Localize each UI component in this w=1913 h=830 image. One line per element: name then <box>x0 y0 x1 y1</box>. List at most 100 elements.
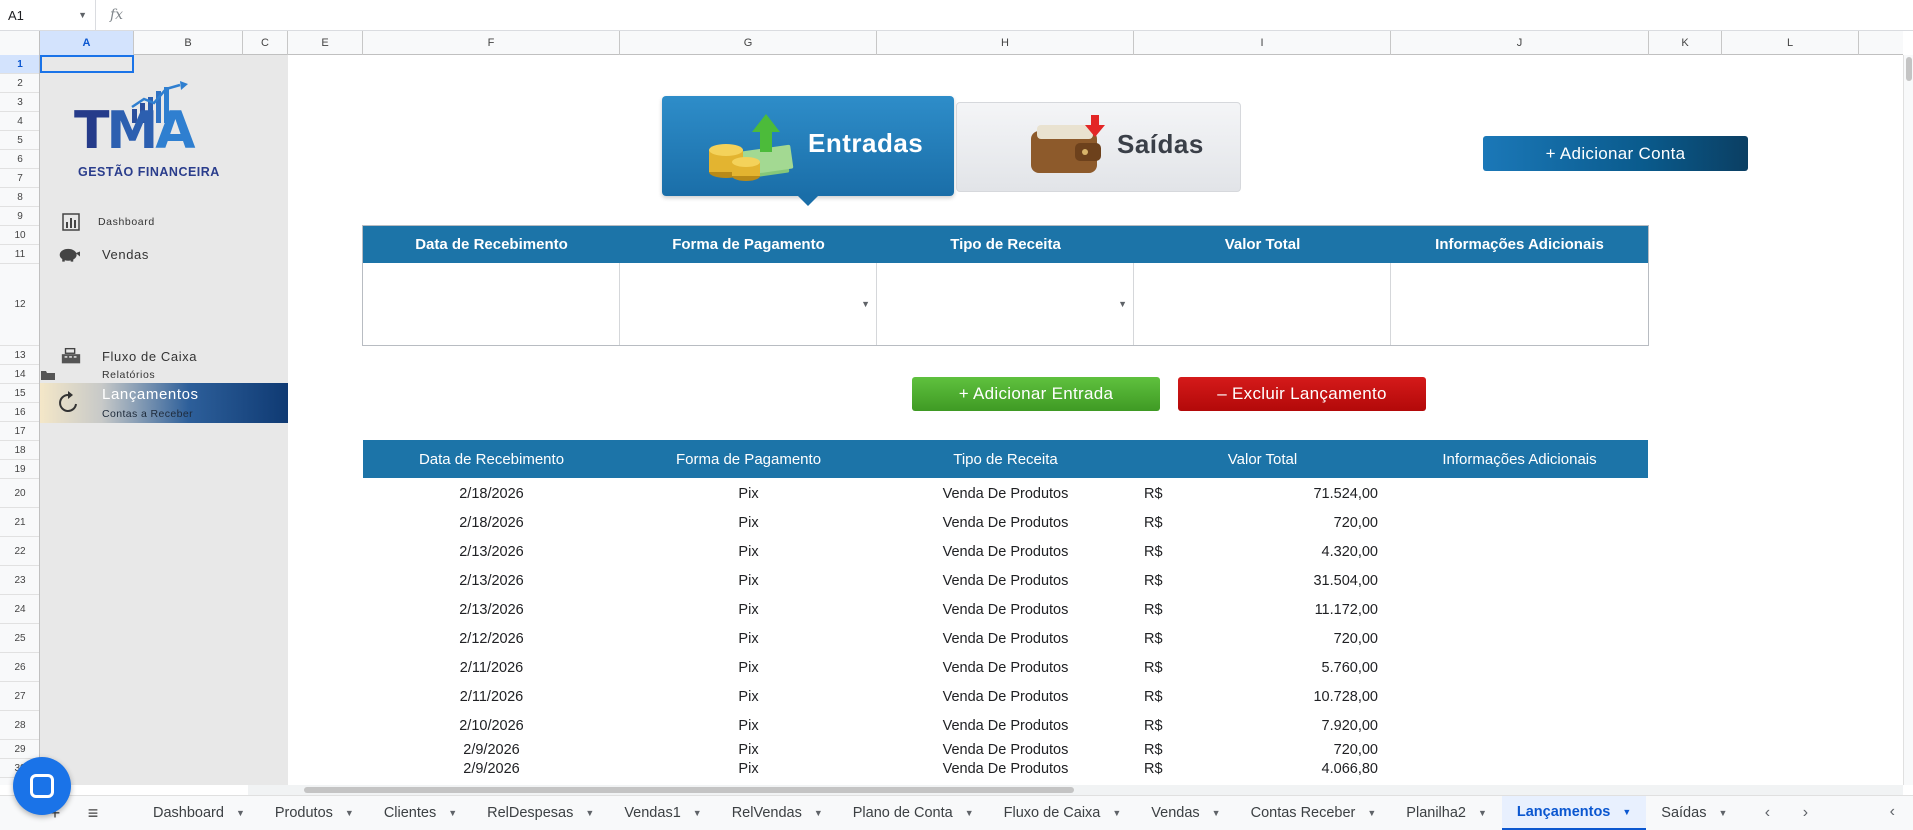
sheet-tab-vendas1[interactable]: Vendas1 ▼ <box>609 796 716 830</box>
selected-cell[interactable] <box>40 55 134 73</box>
row-date: 2/10/2026 <box>459 717 524 734</box>
chevron-right-icon[interactable]: › <box>1786 804 1824 822</box>
row-header[interactable]: 26 <box>0 653 39 682</box>
date-input[interactable] <box>363 263 620 345</box>
sheet-tab-label: Contas Receber <box>1250 805 1356 821</box>
collapse-panel-icon[interactable]: ‹ <box>1890 803 1895 821</box>
row-currency: R$ <box>1144 760 1163 777</box>
table-row[interactable]: 2/9/2026 Pix Venda De Produtos R$ 720,00 <box>363 740 1648 759</box>
column-header-a[interactable]: A <box>40 31 134 55</box>
scroll-thumb[interactable] <box>1906 57 1912 81</box>
sidebar-item-fluxo-caixa[interactable]: Fluxo de Caixa <box>40 345 288 367</box>
sheet-tab-lancamentos[interactable]: Lançamentos ▼ <box>1501 795 1647 830</box>
table-row[interactable]: 2/11/2026 Pix Venda De Produtos R$ 10.72… <box>363 682 1648 711</box>
table-row[interactable]: 2/13/2026 Pix Venda De Produtos R$ 31.50… <box>363 566 1648 595</box>
sidebar-item-relatorios[interactable]: Relatórios <box>40 367 288 383</box>
row-header[interactable]: 1 <box>0 55 39 74</box>
table-row[interactable]: 2/13/2026 Pix Venda De Produtos R$ 11.17… <box>363 595 1648 624</box>
row-header[interactable]: 16 <box>0 403 39 422</box>
horizontal-scrollbar[interactable] <box>248 785 1903 795</box>
all-sheets-menu-icon[interactable]: ≡ <box>74 803 112 824</box>
sheet-tab-contas-receber[interactable]: Contas Receber ▼ <box>1236 796 1392 830</box>
row-header[interactable]: 12 <box>0 264 39 346</box>
delete-entry-button[interactable]: – Excluir Lançamento <box>1178 377 1426 411</box>
column-header-i[interactable]: I <box>1134 31 1391 55</box>
column-header-b[interactable]: B <box>134 31 243 55</box>
column-header-l[interactable]: L <box>1722 31 1859 55</box>
row-header[interactable]: 19 <box>0 460 39 479</box>
row-header[interactable]: 25 <box>0 624 39 653</box>
chevron-left-icon[interactable]: ‹ <box>1748 804 1786 822</box>
vertical-scrollbar[interactable] <box>1903 55 1913 785</box>
additional-info-input[interactable] <box>1391 263 1648 345</box>
table-row[interactable]: 2/18/2026 Pix Venda De Produtos R$ 71.52… <box>363 479 1648 508</box>
table-row[interactable]: 2/10/2026 Pix Venda De Produtos R$ 7.920… <box>363 711 1648 740</box>
sheet-tab-relvendas[interactable]: RelVendas ▼ <box>717 796 838 830</box>
row-header[interactable]: 9 <box>0 207 39 226</box>
row-header[interactable]: 10 <box>0 226 39 245</box>
row-currency: R$ <box>1144 601 1163 618</box>
add-account-button[interactable]: + Adicionar Conta <box>1483 136 1748 171</box>
column-header-g[interactable]: G <box>620 31 877 55</box>
sidebar-item-lancamentos[interactable]: Lançamentos Contas a Receber <box>40 383 288 423</box>
sheet-tab-vendas[interactable]: Vendas ▼ <box>1136 796 1235 830</box>
row-type: Venda De Produtos <box>942 630 1069 647</box>
row-header[interactable]: 22 <box>0 537 39 566</box>
sheet-tab-plano-conta[interactable]: Plano de Conta ▼ <box>838 796 989 830</box>
row-header[interactable]: 5 <box>0 131 39 150</box>
table-row[interactable]: 2/18/2026 Pix Venda De Produtos R$ 720,0… <box>363 508 1648 537</box>
sheet-tab-produtos[interactable]: Produtos ▼ <box>260 796 369 830</box>
scroll-thumb[interactable] <box>304 787 1074 793</box>
sheet-tab-planilha2[interactable]: Planilha2 ▼ <box>1391 796 1502 830</box>
row-header[interactable]: 17 <box>0 422 39 441</box>
sheet-tab-reldespesas[interactable]: RelDespesas ▼ <box>472 796 609 830</box>
row-header[interactable]: 8 <box>0 188 39 207</box>
row-header[interactable]: 2 <box>0 74 39 93</box>
revenue-type-select[interactable]: ▼ <box>877 263 1134 345</box>
sidebar-item-contas-receber[interactable]: Contas a Receber <box>102 408 193 420</box>
row-header[interactable]: 14 <box>0 365 39 384</box>
row-header[interactable]: 7 <box>0 169 39 188</box>
column-header-e[interactable]: E <box>288 31 363 55</box>
row-header[interactable]: 23 <box>0 566 39 595</box>
row-header[interactable]: 6 <box>0 150 39 169</box>
row-header[interactable]: 27 <box>0 682 39 711</box>
row-header[interactable]: 15 <box>0 384 39 403</box>
row-header[interactable]: 29 <box>0 740 39 759</box>
column-header-f[interactable]: F <box>363 31 620 55</box>
table-row[interactable]: 2/12/2026 Pix Venda De Produtos R$ 720,0… <box>363 624 1648 653</box>
total-value-input[interactable] <box>1134 263 1391 345</box>
sheet-tab-clientes[interactable]: Clientes ▼ <box>369 796 472 830</box>
sidebar-item-vendas[interactable]: Vendas <box>40 242 288 266</box>
row-date: 2/9/2026 <box>463 760 520 777</box>
payment-method-select[interactable]: ▼ <box>620 263 877 345</box>
row-header[interactable]: 3 <box>0 93 39 112</box>
select-all-corner[interactable] <box>0 31 40 55</box>
row-header[interactable]: 28 <box>0 711 39 740</box>
column-header-k[interactable]: K <box>1649 31 1722 55</box>
sheet-tab-dashboard[interactable]: Dashboard ▼ <box>138 796 260 830</box>
row-header[interactable]: 24 <box>0 595 39 624</box>
sheet-tab-fluxo-caixa[interactable]: Fluxo de Caixa ▼ <box>989 796 1137 830</box>
row-header[interactable]: 11 <box>0 245 39 264</box>
column-header-h[interactable]: H <box>877 31 1134 55</box>
sidebar-item-dashboard[interactable]: Dashboard <box>40 210 288 234</box>
row-header[interactable]: 18 <box>0 441 39 460</box>
column-header-j[interactable]: J <box>1391 31 1649 55</box>
add-entry-button[interactable]: + Adicionar Entrada <box>912 377 1160 411</box>
column-header-c[interactable]: C <box>243 31 288 55</box>
row-header[interactable]: 20 <box>0 479 39 508</box>
list-header-forma: Forma de Pagamento <box>675 450 822 468</box>
assistant-chat-button[interactable] <box>13 757 71 815</box>
table-row[interactable]: 2/13/2026 Pix Venda De Produtos R$ 4.320… <box>363 537 1648 566</box>
sheet-tab-saidas[interactable]: Saídas ▼ <box>1646 796 1742 830</box>
formula-bar: A1 ▼ fx <box>0 0 1913 31</box>
table-row[interactable]: 2/9/2026 Pix Venda De Produtos R$ 4.066,… <box>363 759 1648 778</box>
tab-entradas[interactable]: Entradas <box>662 96 954 206</box>
row-header[interactable]: 13 <box>0 346 39 365</box>
tab-saidas[interactable]: Saídas <box>956 102 1241 192</box>
table-row[interactable]: 2/11/2026 Pix Venda De Produtos R$ 5.760… <box>363 653 1648 682</box>
row-header[interactable]: 4 <box>0 112 39 131</box>
name-box[interactable]: A1 ▼ <box>0 0 96 31</box>
row-header[interactable]: 21 <box>0 508 39 537</box>
